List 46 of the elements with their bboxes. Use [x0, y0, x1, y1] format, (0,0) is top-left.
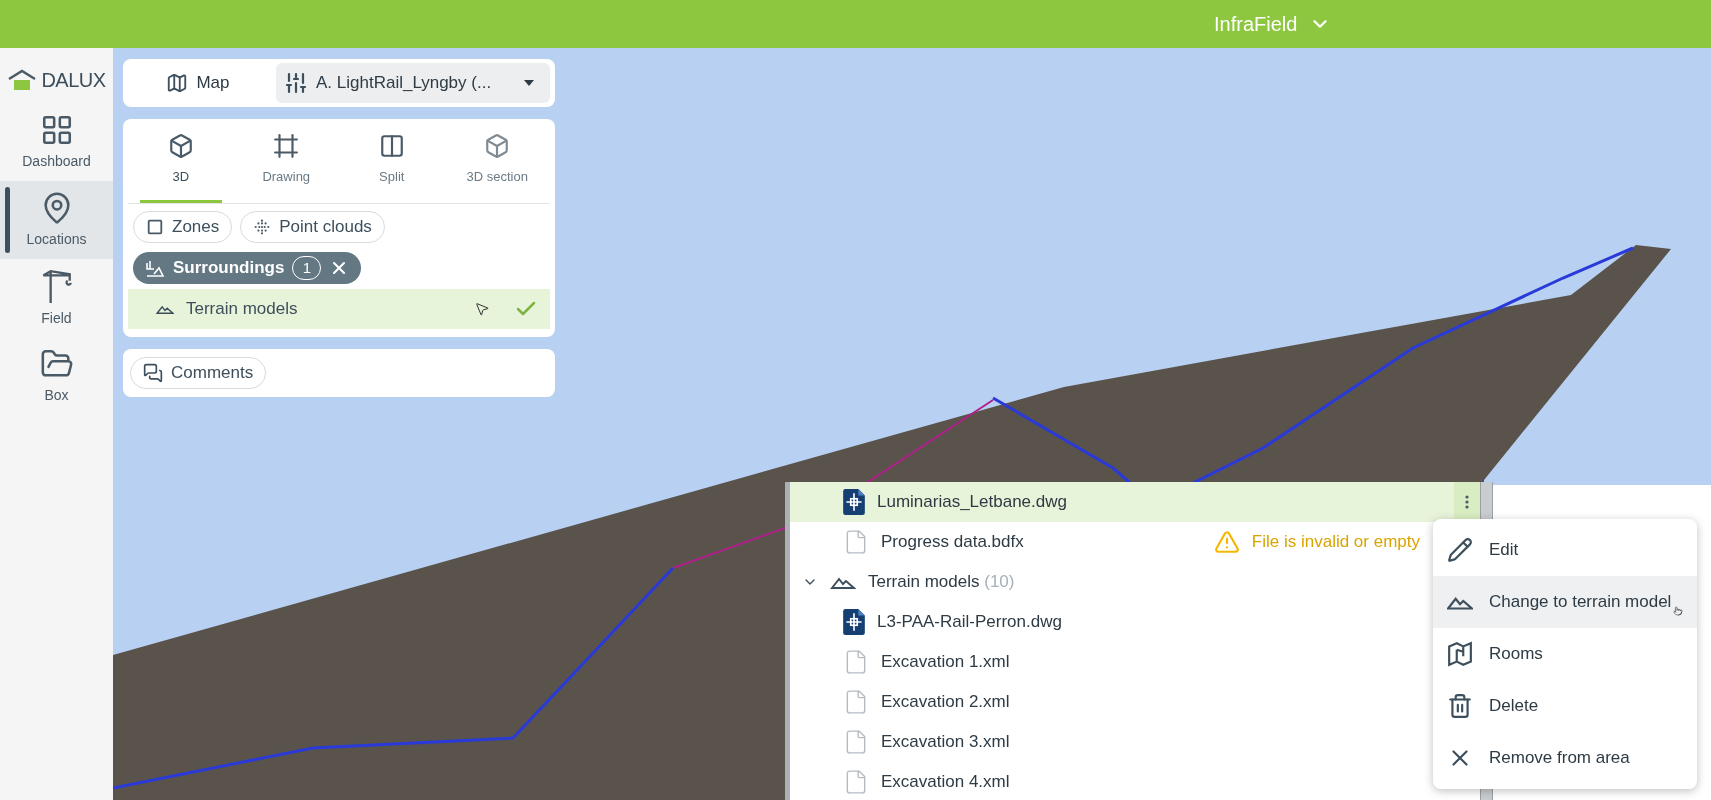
menu-item[interactable]: Edit	[1433, 524, 1697, 576]
house-logo-icon	[7, 68, 38, 91]
sidebar-item[interactable]: Field	[0, 259, 113, 337]
view-tab[interactable]: 3D	[140, 119, 222, 203]
view-tab[interactable]: Drawing	[245, 119, 327, 203]
drawing-file-icon	[843, 609, 865, 635]
active-indicator	[5, 187, 10, 253]
menu-item[interactable]: Change to terrain model	[1433, 576, 1697, 628]
trash-icon	[1447, 693, 1473, 719]
caret-icon	[524, 80, 534, 86]
comments-icon	[143, 363, 163, 383]
logo-text: DALUX	[41, 67, 106, 93]
sliders-icon	[284, 71, 308, 95]
terrain-icon	[156, 304, 174, 314]
sidebar-item[interactable]: Box	[0, 337, 113, 415]
map-icon	[166, 72, 189, 94]
split-icon	[378, 132, 405, 159]
drawing-file-icon	[843, 489, 865, 515]
surroundings-chip[interactable]: Surroundings 1	[133, 252, 362, 284]
menu-item[interactable]: Rooms	[1433, 628, 1697, 680]
drawing-icon	[273, 132, 300, 159]
model-dropdown[interactable]: A. LightRail_Lyngby (...	[276, 63, 550, 103]
terrain-icon	[830, 575, 856, 589]
sidebar-item[interactable]: Locations	[0, 181, 113, 259]
terrain-models-row[interactable]: Terrain models	[128, 289, 550, 329]
more-options-button[interactable]	[1454, 482, 1480, 522]
surroundings-icon	[145, 259, 165, 277]
view-tab[interactable]: 3D section	[456, 119, 538, 203]
mouse-pointer-icon	[474, 300, 490, 318]
map-button[interactable]: Map	[128, 64, 268, 102]
menu-item[interactable]: Delete	[1433, 680, 1697, 732]
sidebar-item[interactable]: Dashboard	[0, 103, 113, 181]
warning-icon	[1213, 529, 1240, 555]
point-cloud-icon	[253, 218, 272, 236]
cube-section-icon	[484, 132, 511, 159]
menu-item[interactable]: Remove from area	[1433, 732, 1697, 784]
file-row[interactable]: Luminarias_Letbane.dwg	[790, 482, 1480, 522]
warning-message: File is invalid or empty	[1213, 529, 1420, 555]
view-tab[interactable]: Split	[351, 119, 433, 203]
pencil-icon	[1447, 537, 1473, 563]
rooms-icon	[1447, 641, 1473, 667]
cube-icon	[167, 132, 194, 159]
more-icon	[1465, 495, 1469, 509]
zones-icon	[146, 218, 164, 236]
group-label: Terrain models (10)	[868, 571, 1015, 594]
terrain-icon	[1447, 594, 1473, 610]
